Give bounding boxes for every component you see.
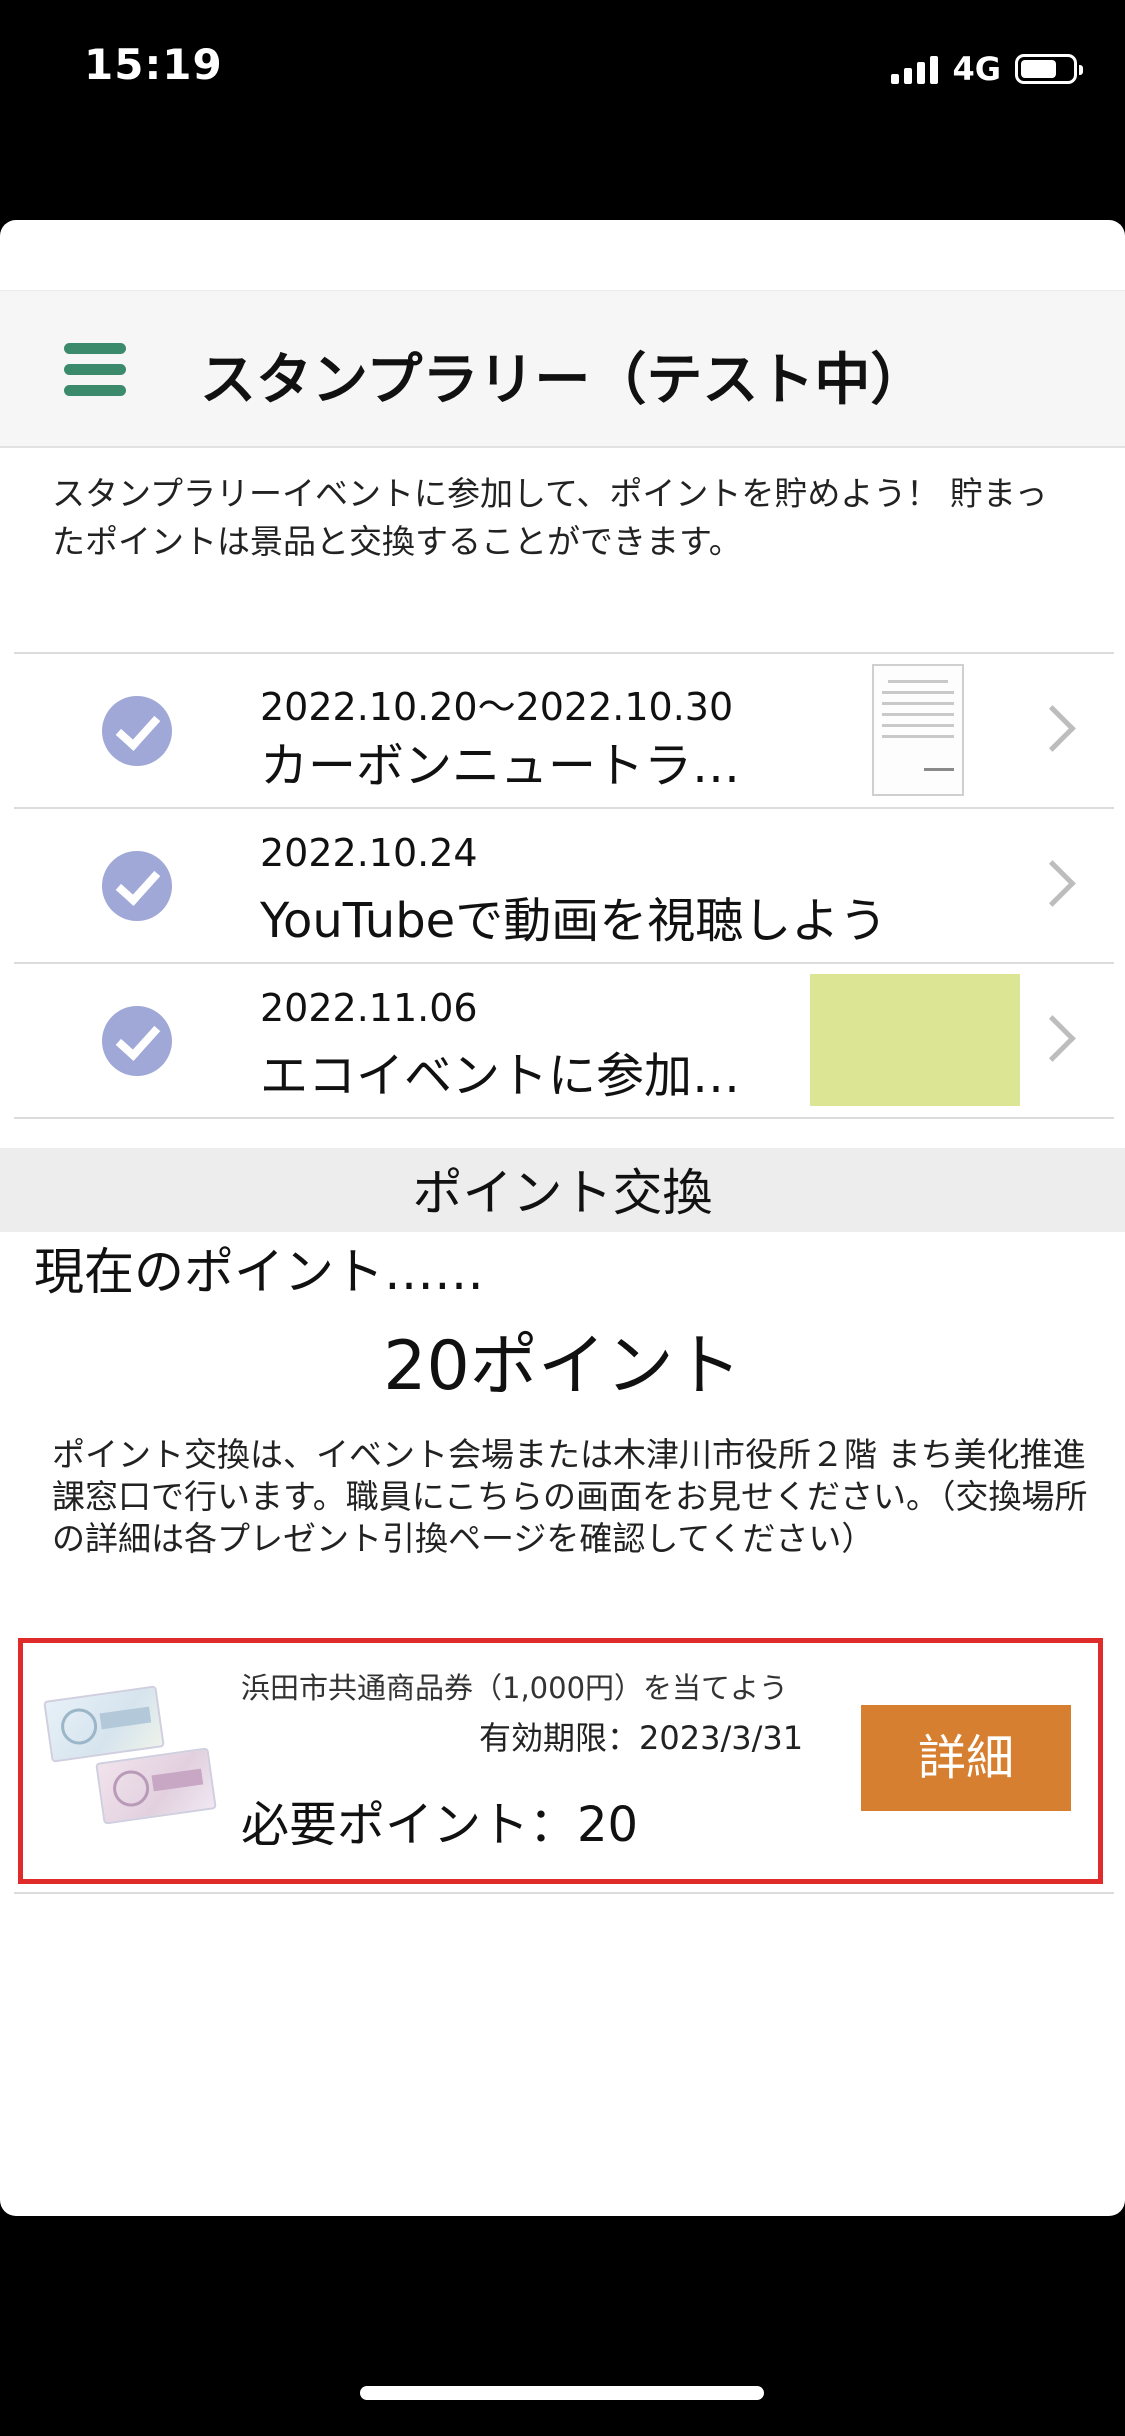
exchange-note: ポイント交換は、イベント会場または木津川市役所２階 まち美化推進課窓口で行います… bbox=[52, 1435, 1088, 1558]
event-row[interactable]: 2022.10.20～2022.10.30 カーボンニュートラ… bbox=[14, 652, 1114, 807]
event-list: 2022.10.20～2022.10.30 カーボンニュートラ… 2022.10… bbox=[14, 652, 1114, 1119]
check-icon bbox=[102, 1006, 172, 1076]
status-bar: 15:19 4G bbox=[0, 0, 1125, 140]
app-sheet: スタンプラリー（テスト中） スタンプラリーイベントに参加して、ポイントを貯めよう… bbox=[0, 220, 1125, 2216]
event-date: 2022.10.24 bbox=[260, 831, 478, 875]
event-date: 2022.11.06 bbox=[260, 986, 478, 1030]
prize-title: 浜田市共通商品券（1,000円）を当てよう bbox=[241, 1671, 789, 1705]
event-title: YouTubeで動画を視聴しよう bbox=[260, 893, 888, 949]
document-thumbnail bbox=[872, 664, 964, 796]
nav-bar: スタンプラリー（テスト中） bbox=[0, 290, 1125, 448]
prize-card: 浜田市共通商品券（1,000円）を当てよう 有効期限：2023/3/31 必要ポ… bbox=[18, 1638, 1103, 1884]
event-row[interactable]: 2022.11.06 エコイベントに参加… bbox=[14, 962, 1114, 1119]
check-icon bbox=[102, 851, 172, 921]
battery-icon bbox=[1015, 54, 1083, 84]
status-indicators: 4G bbox=[891, 50, 1083, 88]
event-title: カーボンニュートラ… bbox=[260, 738, 741, 794]
chevron-right-icon bbox=[1029, 1015, 1076, 1062]
section-header: ポイント交換 bbox=[0, 1148, 1125, 1232]
event-row[interactable]: 2022.10.24 YouTubeで動画を視聴しよう bbox=[14, 807, 1114, 962]
event-date: 2022.10.20～2022.10.30 bbox=[260, 685, 734, 729]
signal-strength-icon bbox=[891, 54, 939, 84]
hamburger-icon[interactable] bbox=[64, 343, 130, 397]
prize-expiry: 有効期限：2023/3/31 bbox=[479, 1719, 804, 1757]
points-value: 20ポイント bbox=[383, 1327, 742, 1406]
intro-text: スタンプラリーイベントに参加して、ポイントを貯めよう！ 貯まったポイントは景品と… bbox=[52, 474, 1048, 561]
chevron-right-icon bbox=[1029, 860, 1076, 907]
page-title: スタンプラリー（テスト中） bbox=[200, 348, 927, 413]
chevron-right-icon bbox=[1029, 705, 1076, 752]
event-thumbnail bbox=[810, 974, 1020, 1106]
home-indicator[interactable] bbox=[360, 2386, 764, 2400]
status-time: 15:19 bbox=[84, 40, 223, 89]
gift-voucher-image bbox=[43, 1685, 223, 1825]
required-points: 必要ポイント：20 bbox=[241, 1797, 639, 1853]
network-type: 4G bbox=[952, 50, 1001, 88]
check-icon bbox=[102, 696, 172, 766]
divider bbox=[14, 1892, 1114, 1894]
detail-button[interactable]: 詳細 bbox=[861, 1705, 1071, 1811]
current-points-label: 現在のポイント…… bbox=[34, 1243, 484, 1301]
event-title: エコイベントに参加… bbox=[260, 1048, 741, 1104]
